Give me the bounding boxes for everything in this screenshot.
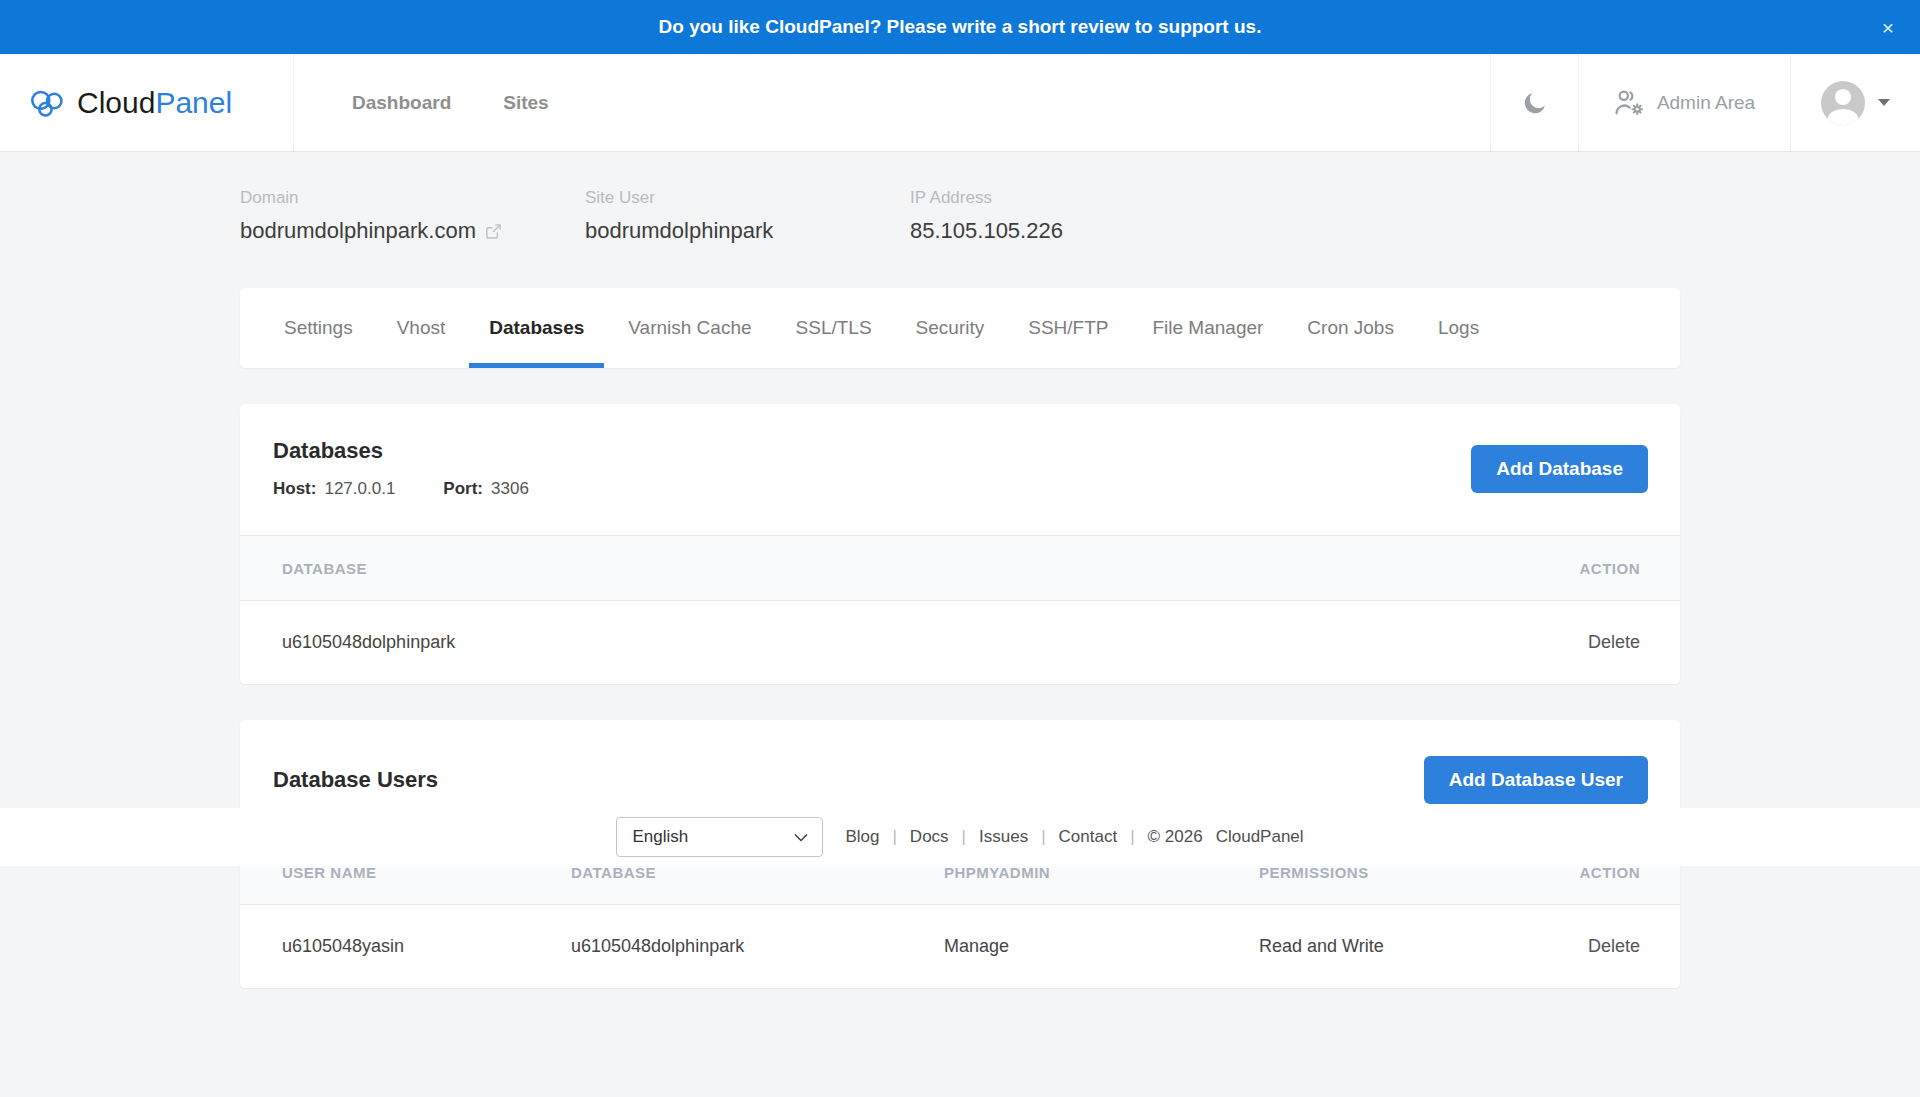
tab-cron-jobs[interactable]: Cron Jobs — [1287, 288, 1414, 368]
db-host-port: Host: 127.0.0.1 Port: 3306 — [273, 479, 529, 499]
databases-card: Databases Host: 127.0.0.1 Port: 3306 Add… — [240, 404, 1680, 684]
site-user-block: Site User bodrumdolphinpark — [585, 188, 910, 244]
footer-link-contact[interactable]: Contact — [1059, 827, 1118, 847]
col-phpmyadmin: PHPMYADMIN — [944, 864, 1259, 881]
domain-block: Domain bodrumdolphinpark.com — [240, 188, 585, 244]
delete-user-link[interactable]: Delete — [1510, 936, 1640, 957]
nav-dashboard[interactable]: Dashboard — [352, 92, 451, 114]
header: CloudPanel Dashboard Sites — [0, 54, 1920, 152]
chevron-down-icon — [1878, 99, 1890, 106]
phpmyadmin-manage-link[interactable]: Manage — [944, 936, 1259, 957]
brand-logo[interactable]: CloudPanel — [0, 54, 294, 151]
col-database: DATABASE — [571, 864, 944, 881]
ip-label: IP Address — [910, 188, 1063, 208]
site-user-label: Site User — [585, 188, 910, 208]
admin-area-label: Admin Area — [1657, 92, 1755, 114]
database-user-row: u6105048yasin u6105048dolphinpark Manage… — [240, 905, 1680, 988]
col-database: DATABASE — [282, 560, 1510, 577]
domain-value: bodrumdolphinpark.com — [240, 218, 476, 244]
host-label: Host: — [273, 479, 316, 499]
tab-security[interactable]: Security — [896, 288, 1005, 368]
dark-mode-toggle[interactable] — [1490, 54, 1578, 151]
footer-links: Blog | Docs | Issues | Contact | © 2026 … — [845, 827, 1303, 847]
ip-value: 85.105.105.226 — [910, 218, 1063, 244]
nav-sites[interactable]: Sites — [503, 92, 548, 114]
language-select[interactable]: English — [616, 817, 823, 857]
database-users-title: Database Users — [273, 767, 438, 793]
databases-title: Databases — [273, 438, 529, 464]
col-permissions: PERMISSIONS — [1259, 864, 1510, 881]
footer-copyright: © 2026 — [1148, 827, 1203, 847]
main-nav: Dashboard Sites — [294, 54, 1490, 151]
avatar — [1821, 81, 1865, 125]
port-value: 3306 — [491, 479, 529, 499]
cloud-logo-icon — [30, 87, 65, 118]
site-info: Domain bodrumdolphinpark.com Site User b… — [240, 188, 1920, 244]
add-database-user-button[interactable]: Add Database User — [1424, 756, 1648, 804]
tab-vhost[interactable]: Vhost — [377, 288, 466, 368]
moon-icon — [1522, 90, 1548, 116]
site-user-value: bodrumdolphinpark — [585, 218, 773, 244]
admin-area-button[interactable]: Admin Area — [1578, 54, 1790, 151]
review-banner-text: Do you like CloudPanel? Please write a s… — [659, 16, 1262, 38]
tab-file-manager[interactable]: File Manager — [1132, 288, 1283, 368]
user-name: u6105048yasin — [282, 936, 571, 957]
add-database-button[interactable]: Add Database — [1471, 445, 1648, 493]
site-tabs: Settings Vhost Databases Varnish Cache S… — [240, 288, 1680, 368]
ip-block: IP Address 85.105.105.226 — [910, 188, 1063, 244]
domain-label: Domain — [240, 188, 585, 208]
language-value: English — [632, 827, 688, 847]
tab-ssl-tls[interactable]: SSL/TLS — [776, 288, 892, 368]
tab-databases[interactable]: Databases — [469, 288, 604, 368]
tab-varnish-cache[interactable]: Varnish Cache — [608, 288, 771, 368]
user-permissions: Read and Write — [1259, 936, 1510, 957]
database-name: u6105048dolphinpark — [282, 632, 1510, 653]
tab-ssh-ftp[interactable]: SSH/FTP — [1008, 288, 1128, 368]
external-link-icon[interactable] — [485, 223, 502, 240]
tab-settings[interactable]: Settings — [264, 288, 373, 368]
admin-users-gear-icon — [1614, 89, 1645, 117]
delete-database-link[interactable]: Delete — [1510, 632, 1640, 653]
footer: English Blog | Docs | Issues | Contact |… — [0, 808, 1920, 866]
database-row: u6105048dolphinpark Delete — [240, 601, 1680, 684]
port-label: Port: — [443, 479, 483, 499]
footer-link-docs[interactable]: Docs — [910, 827, 949, 847]
footer-brand: CloudPanel — [1216, 827, 1304, 847]
col-action: ACTION — [1510, 560, 1640, 577]
col-action: ACTION — [1510, 864, 1640, 881]
brand-name: CloudPanel — [77, 86, 232, 120]
tab-logs[interactable]: Logs — [1418, 288, 1499, 368]
close-icon[interactable]: × — [1882, 17, 1894, 38]
footer-link-blog[interactable]: Blog — [845, 827, 879, 847]
col-user-name: USER NAME — [282, 864, 571, 881]
user-database: u6105048dolphinpark — [571, 936, 944, 957]
databases-table-header: DATABASE ACTION — [240, 535, 1680, 601]
review-banner: Do you like CloudPanel? Please write a s… — [0, 0, 1920, 54]
user-menu[interactable] — [1790, 54, 1920, 151]
footer-link-issues[interactable]: Issues — [979, 827, 1028, 847]
select-chevron-icon — [794, 833, 808, 842]
host-value: 127.0.0.1 — [324, 479, 395, 499]
